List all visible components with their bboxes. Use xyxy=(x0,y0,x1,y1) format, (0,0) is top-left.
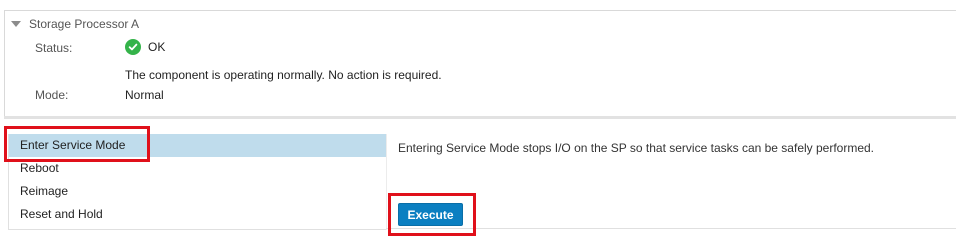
status-value: OK xyxy=(148,40,166,54)
action-item-reimage[interactable]: Reimage xyxy=(9,180,386,203)
sp-service-panel: Storage Processor A Status: OK The compo… xyxy=(0,0,956,244)
list-divider xyxy=(386,134,387,230)
check-circle-icon xyxy=(125,39,141,55)
action-help-text: Entering Service Mode stops I/O on the S… xyxy=(398,141,875,155)
mode-label: Mode: xyxy=(35,88,69,102)
status-label: Status: xyxy=(35,41,73,55)
highlight-box-service-mode xyxy=(4,126,150,162)
mode-value: Normal xyxy=(125,88,164,102)
highlight-box-execute xyxy=(388,193,476,236)
collapse-caret-icon[interactable] xyxy=(11,21,21,27)
section-divider xyxy=(4,116,956,119)
status-value-row: OK xyxy=(125,39,165,55)
status-description: The component is operating normally. No … xyxy=(125,68,442,82)
section-title: Storage Processor A xyxy=(29,17,140,31)
action-item-reset-and-hold[interactable]: Reset and Hold xyxy=(9,203,386,226)
section-header[interactable]: Storage Processor A xyxy=(5,15,139,33)
storage-processor-section: Storage Processor A Status: OK The compo… xyxy=(4,10,956,117)
